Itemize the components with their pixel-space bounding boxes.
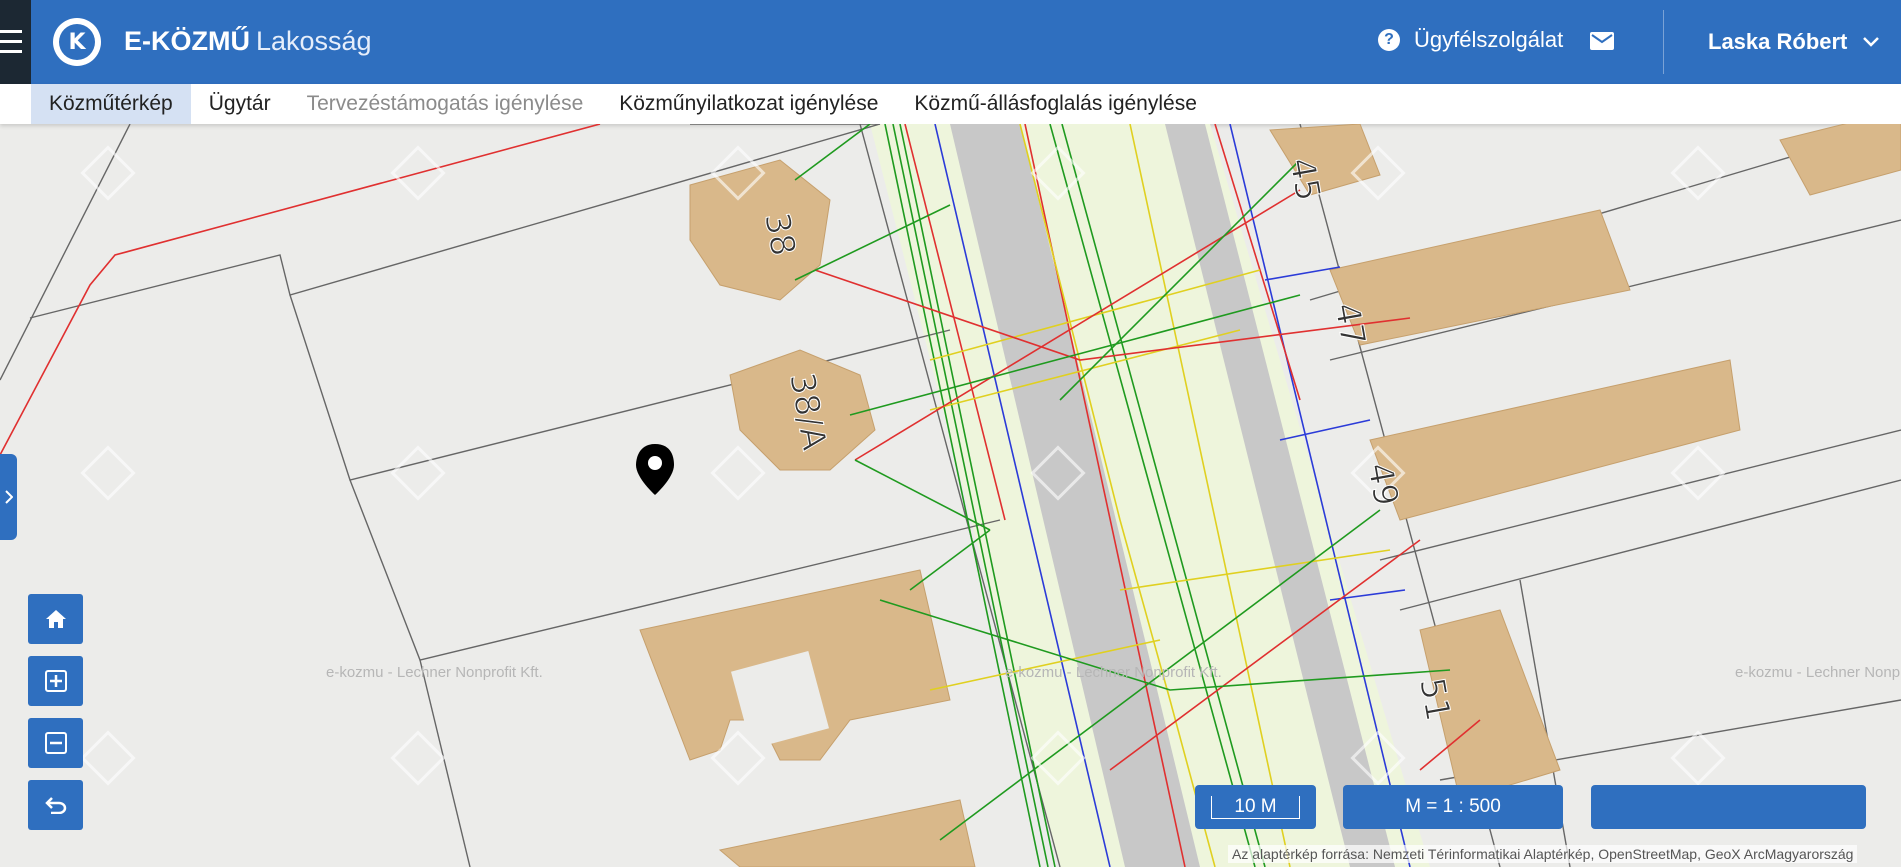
tab-kozmuterkep[interactable]: Közműtérkép <box>31 84 191 124</box>
app-header: K E-KÖZMŰ Lakosság ? Ügyfélszolgálat Lask… <box>0 0 1901 84</box>
chevron-right-icon <box>4 490 13 504</box>
map-canvas[interactable]: 45 38 47 38/A 49 51 <box>0 124 1901 867</box>
tab-tervezestamogatas[interactable]: Tervezéstámogatás igénylése <box>289 84 602 124</box>
brand-section: Lakosság <box>255 26 372 56</box>
map-watermark-text: e-kozmu - Lechner Nonprofit Kft. <box>1735 664 1901 681</box>
brand-name: E-KÖZMŰ <box>124 26 250 56</box>
scale-bar: 10 M <box>1195 785 1316 829</box>
hamburger-menu-icon[interactable] <box>0 0 31 84</box>
map-attribution: Az alaptérkép forrása: Nemzeti Térinform… <box>1228 845 1858 863</box>
tab-kozmunyilatkozat[interactable]: Közműnyilatkozat igénylése <box>601 84 896 124</box>
utility-map[interactable]: 45 38 47 38/A 49 51 e-kozmu - Lechner No… <box>0 124 1901 867</box>
question-icon: ? <box>1378 29 1400 51</box>
user-menu[interactable]: Laska Róbert <box>1708 29 1880 55</box>
undo-button[interactable] <box>28 780 83 830</box>
tab-kozmu-allasfoglalas[interactable]: Közmű-állásfoglalás igénylése <box>896 84 1215 124</box>
help-label: Ügyfélszolgálat <box>1414 27 1564 52</box>
minus-box-icon <box>44 732 67 754</box>
scale-bar-label: 10 M <box>1211 795 1300 819</box>
map-watermark-text: e-kozmu - Lechner Nonprofit Kft. <box>1005 664 1222 681</box>
house-number-38: 38 <box>756 210 803 260</box>
map-watermark-text: e-kozmu - Lechner Nonprofit Kft. <box>326 664 543 681</box>
house-number-49: 49 <box>1359 460 1406 510</box>
zoom-out-button[interactable] <box>28 718 83 768</box>
logo-letter: K <box>59 24 95 60</box>
main-nav: Közműtérkép Ügytár Tervezéstámogatás igé… <box>0 84 1901 124</box>
home-icon <box>45 610 66 628</box>
location-pin-icon[interactable] <box>636 444 674 495</box>
app-logo: K <box>53 18 101 66</box>
app-title: E-KÖZMŰ Lakosság <box>124 26 372 57</box>
header-divider <box>1663 10 1664 74</box>
chevron-down-icon <box>1863 37 1880 47</box>
help-link[interactable]: ? Ügyfélszolgálat <box>1378 27 1563 53</box>
plus-box-icon <box>44 670 67 692</box>
tab-ugytar[interactable]: Ügytár <box>191 84 289 124</box>
coordinate-box <box>1591 785 1866 829</box>
zoom-in-button[interactable] <box>28 656 83 706</box>
house-number-47: 47 <box>1326 300 1373 350</box>
side-panel-toggle[interactable] <box>0 454 17 540</box>
home-button[interactable] <box>28 594 83 644</box>
scale-ratio: M = 1 : 500 <box>1343 785 1563 829</box>
house-number-45: 45 <box>1281 155 1328 205</box>
undo-icon <box>44 797 66 814</box>
house-number-51: 51 <box>1411 675 1458 725</box>
mail-icon[interactable] <box>1590 32 1614 50</box>
user-name: Laska Róbert <box>1708 29 1848 54</box>
